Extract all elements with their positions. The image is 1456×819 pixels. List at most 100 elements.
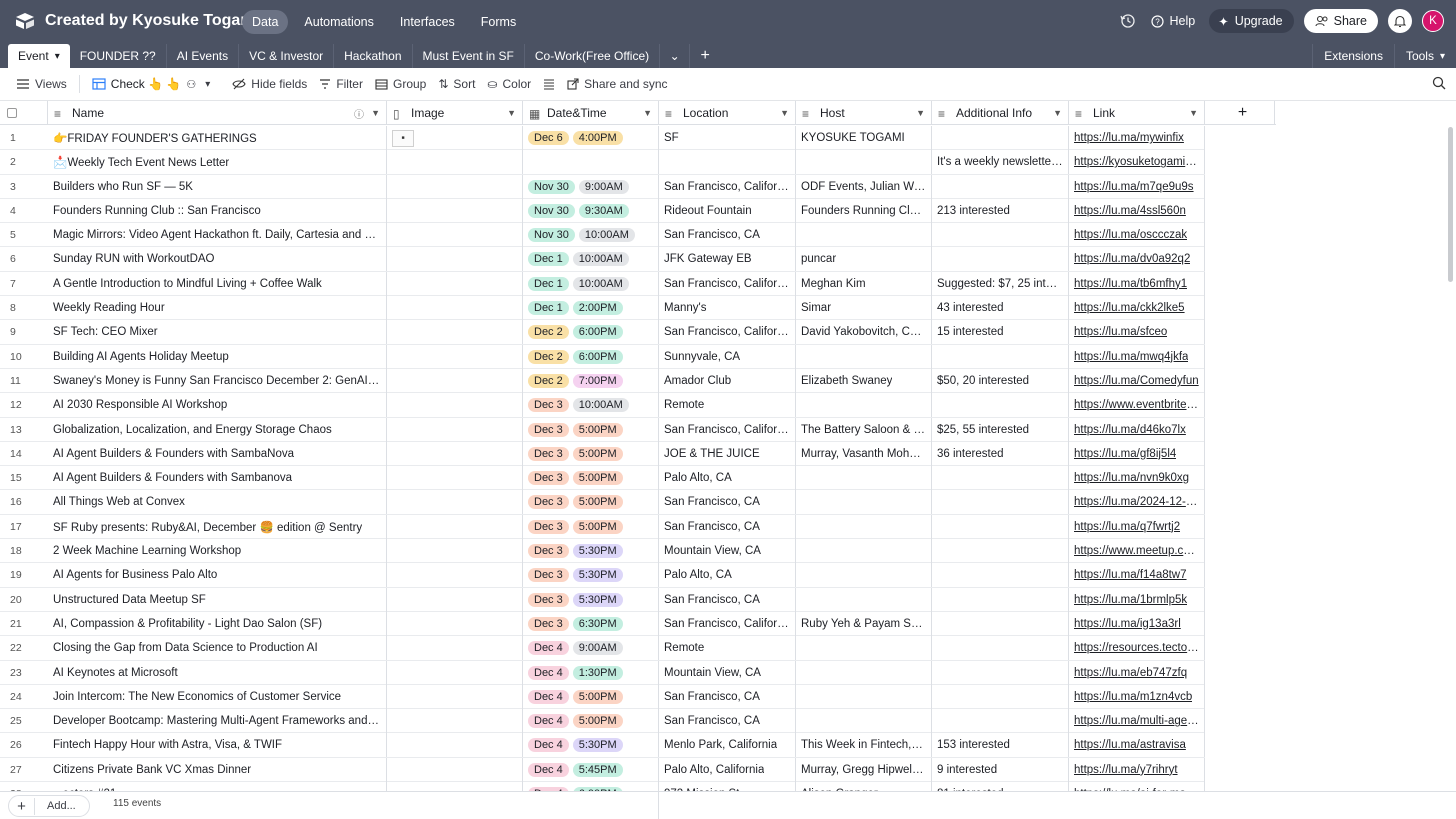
name-cell[interactable]: Globalization, Localization, and Energy … (48, 417, 387, 442)
column-header-name[interactable]: ≡ Name ⓘ ▼ (48, 101, 387, 125)
location-cell[interactable]: Remote (659, 393, 796, 418)
chevron-down-icon[interactable]: ▼ (780, 108, 789, 118)
image-cell[interactable] (387, 198, 523, 223)
chevron-down-icon[interactable]: ▼ (643, 108, 652, 118)
link-cell[interactable]: https://lu.ma/sfceo (1069, 320, 1205, 345)
date-cell[interactable]: Dec 3 5:00PM (523, 490, 659, 515)
host-cell[interactable]: KYOSUKE TOGAMI (796, 126, 932, 150)
location-cell[interactable]: Sunnyvale, CA (659, 344, 796, 369)
link-cell[interactable]: https://kyosuketogami.sub... (1069, 150, 1205, 175)
location-cell[interactable]: San Francisco, CA (659, 709, 796, 734)
location-cell[interactable]: San Francisco, CA (659, 587, 796, 612)
column-header-link[interactable]: ≡ Link ▼ (1069, 101, 1205, 125)
name-cell[interactable]: Closing the Gap from Data Science to Pro… (48, 636, 387, 661)
date-cell[interactable]: Dec 3 6:30PM (523, 611, 659, 636)
info-cell[interactable]: $25, 55 interested (932, 417, 1069, 442)
checkbox[interactable] (7, 108, 17, 118)
date-cell[interactable]: Dec 2 6:00PM (523, 320, 659, 345)
name-cell[interactable]: 2 Week Machine Learning Workshop (48, 539, 387, 564)
date-cell[interactable]: Dec 3 10:00AM (523, 393, 659, 418)
image-cell[interactable] (387, 733, 523, 758)
date-cell[interactable]: Dec 3 5:30PM (523, 563, 659, 588)
name-cell[interactable]: A Gentle Introduction to Mindful Living … (48, 271, 387, 296)
link-cell[interactable]: https://lu.ma/ckk2lke5 (1069, 296, 1205, 321)
image-cell[interactable] (387, 514, 523, 539)
info-cell[interactable] (932, 684, 1069, 709)
info-cell[interactable] (932, 660, 1069, 685)
tab-cowork[interactable]: Co-Work(Free Office) (525, 44, 661, 68)
location-cell[interactable]: San Francisco, California (659, 320, 796, 345)
chevron-down-icon[interactable]: ▼ (916, 108, 925, 118)
table-row[interactable]: 7 A Gentle Introduction to Mindful Living… (0, 271, 1205, 297)
vertical-scrollbar[interactable] (1448, 127, 1453, 282)
link-cell[interactable]: https://lu.ma/ig13a3rl (1069, 611, 1205, 636)
date-cell[interactable]: Nov 30 9:30AM (523, 198, 659, 223)
tab-founder[interactable]: FOUNDER ?? (70, 44, 167, 68)
location-cell[interactable]: SF (659, 126, 796, 150)
host-cell[interactable]: Ruby Yeh & Payam Safa (796, 611, 932, 636)
location-cell[interactable]: JFK Gateway EB (659, 247, 796, 272)
host-cell[interactable]: Murray, Gregg Hipwell & A... (796, 757, 932, 782)
date-cell[interactable]: Dec 4 5:30PM (523, 733, 659, 758)
image-cell[interactable] (387, 441, 523, 466)
name-cell[interactable]: Building AI Agents Holiday Meetup (48, 344, 387, 369)
info-cell[interactable] (932, 223, 1069, 248)
chevron-down-icon[interactable]: ▼ (371, 108, 380, 118)
name-cell[interactable]: Citizens Private Bank VC Xmas Dinner (48, 757, 387, 782)
column-header-host[interactable]: ≡ Host ▼ (796, 101, 932, 125)
table-row[interactable]: 1 👉FRIDAY FOUNDER'S GATHERINGS ■ Dec 6 4:00P… (0, 126, 1205, 151)
table-row[interactable]: 4 Founders Running Club :: San Francisco N… (0, 198, 1205, 224)
link-cell[interactable]: https://lu.ma/y7rihryt (1069, 757, 1205, 782)
date-cell[interactable]: Dec 3 5:00PM (523, 417, 659, 442)
host-cell[interactable] (796, 393, 932, 418)
name-cell[interactable]: AI Agent Builders & Founders with Samban… (48, 466, 387, 491)
host-cell[interactable] (796, 223, 932, 248)
image-cell[interactable] (387, 563, 523, 588)
name-cell[interactable]: 👉FRIDAY FOUNDER'S GATHERINGS (48, 126, 387, 150)
table-row[interactable]: 17 SF Ruby presents: Ruby&AI, December 🍔 … (0, 514, 1205, 540)
info-cell[interactable] (932, 611, 1069, 636)
row-height-button[interactable] (537, 72, 561, 96)
date-cell[interactable]: Dec 4 5:45PM (523, 757, 659, 782)
host-cell[interactable] (796, 466, 932, 491)
host-cell[interactable]: The Battery Saloon & 9Zer... (796, 417, 932, 442)
link-cell[interactable]: https://lu.ma/2024-12-03-a... (1069, 490, 1205, 515)
view-switcher[interactable]: Check 👆 👆 ⚇ ▾ (86, 72, 216, 96)
name-cell[interactable]: AI Keynotes at Microsoft (48, 660, 387, 685)
name-cell[interactable]: Magic Mirrors: Video Agent Hackathon ft.… (48, 223, 387, 248)
date-cell[interactable] (523, 150, 659, 175)
table-row[interactable]: 21 AI, Compassion & Profitability - Light… (0, 611, 1205, 637)
link-cell[interactable]: https://lu.ma/multi-agent-... (1069, 709, 1205, 734)
host-cell[interactable]: puncar (796, 247, 932, 272)
tab-must-event-sf[interactable]: Must Event in SF (413, 44, 525, 68)
info-cell[interactable]: 36 interested (932, 441, 1069, 466)
link-cell[interactable]: https://resources.tecton.ai/... (1069, 636, 1205, 661)
host-cell[interactable]: ODF Events, Julian Weisser ... (796, 174, 932, 199)
info-cell[interactable] (932, 709, 1069, 734)
host-cell[interactable]: Murray, Vasanth Mohan & ... (796, 441, 932, 466)
info-cell[interactable] (932, 587, 1069, 612)
host-cell[interactable] (796, 344, 932, 369)
table-row[interactable]: 18 2 Week Machine Learning Workshop Dec 35… (0, 539, 1205, 564)
location-cell[interactable]: Mountain View, CA (659, 539, 796, 564)
location-cell[interactable]: San Francisco, CA (659, 514, 796, 539)
link-cell[interactable]: https://lu.ma/mywinfix (1069, 126, 1205, 150)
host-cell[interactable]: Meghan Kim (796, 271, 932, 296)
name-cell[interactable]: 📩Weekly Tech Event News Letter (48, 150, 387, 175)
share-button[interactable]: Share (1303, 9, 1378, 33)
image-cell[interactable] (387, 368, 523, 393)
base-title[interactable]: Created by Kyosuke Togami ▾ (45, 12, 271, 30)
info-cell[interactable] (932, 247, 1069, 272)
link-cell[interactable]: https://lu.ma/nvn9k0xg (1069, 466, 1205, 491)
location-cell[interactable]: San Francisco, CA (659, 490, 796, 515)
table-row[interactable]: 27 Citizens Private Bank VC Xmas Dinner De… (0, 757, 1205, 783)
location-cell[interactable]: San Francisco, California (659, 611, 796, 636)
link-cell[interactable]: https://lu.ma/f14a8tw7 (1069, 563, 1205, 588)
chevron-down-icon[interactable]: ▼ (507, 108, 516, 118)
date-cell[interactable]: Dec 4 1:30PM (523, 660, 659, 685)
table-row[interactable]: 2 📩Weekly Tech Event News Letter It's a we… (0, 150, 1205, 175)
date-cell[interactable]: Dec 1 10:00AM (523, 271, 659, 296)
name-cell[interactable]: Developer Bootcamp: Mastering Multi-Agen… (48, 709, 387, 734)
date-cell[interactable]: Dec 2 6:00PM (523, 344, 659, 369)
link-cell[interactable]: https://lu.ma/q7fwrtj2 (1069, 514, 1205, 539)
